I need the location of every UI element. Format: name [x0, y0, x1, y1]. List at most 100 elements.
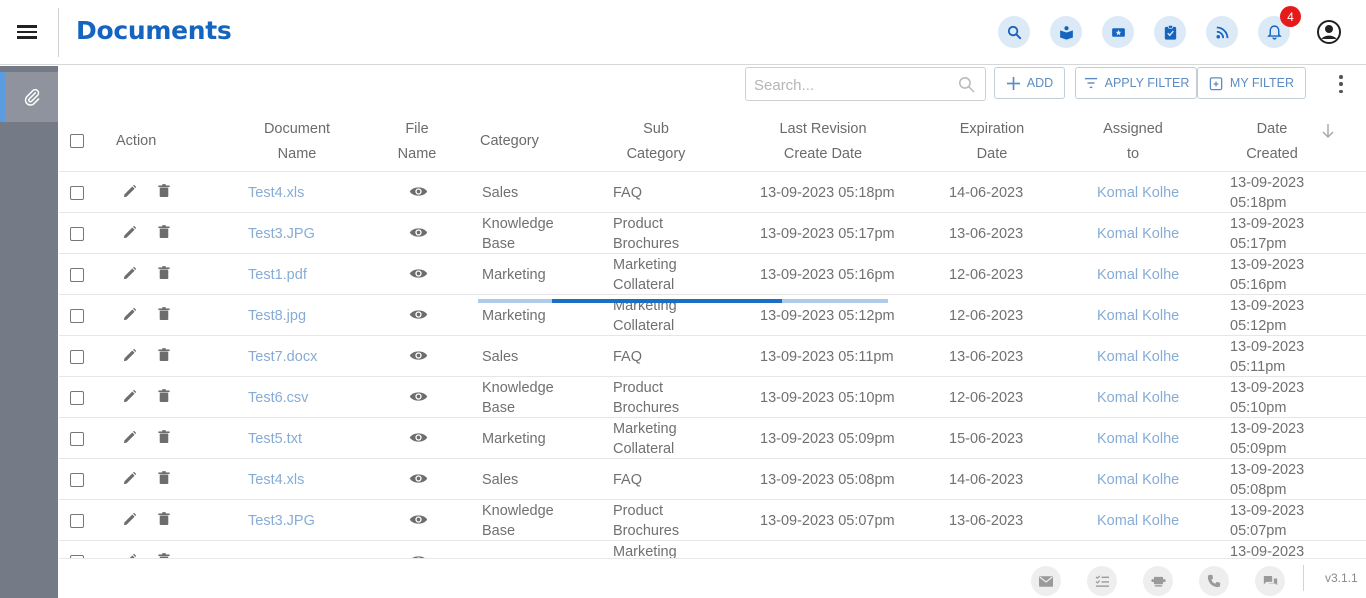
assigned-to-link[interactable]: Komal Kolhe	[1097, 511, 1179, 531]
delete-icon[interactable]	[158, 512, 170, 531]
edit-icon[interactable]	[122, 471, 137, 491]
edit-icon[interactable]	[122, 348, 137, 368]
column-header-assigned-to[interactable]: Assigned to	[1093, 117, 1173, 167]
date-created-cell: 13-09-2023 05:17pm	[1230, 216, 1305, 252]
column-header-expiration-date[interactable]: Expiration Date	[947, 117, 1037, 167]
knowledge-icon[interactable]	[1050, 16, 1082, 48]
search-icon[interactable]	[998, 16, 1030, 48]
column-header-category[interactable]: Category	[480, 129, 539, 154]
last-revision-cell: 13-09-2023 05:17pm	[760, 226, 895, 242]
table-row: Test4.xls Sales FAQ 13-09-2023 05:18pm 14-06…	[59, 172, 1366, 213]
edit-icon[interactable]	[122, 266, 137, 286]
view-file-icon[interactable]	[409, 390, 428, 408]
document-name-link[interactable]: Test8.jpg	[248, 306, 306, 326]
view-file-icon[interactable]	[409, 513, 428, 531]
row-checkbox[interactable]	[70, 268, 84, 282]
feed-icon[interactable]	[1206, 16, 1238, 48]
row-checkbox[interactable]	[70, 227, 84, 241]
app-version: v3.1.1	[1325, 571, 1358, 585]
chat-icon[interactable]	[1255, 566, 1285, 596]
assigned-to-link[interactable]: Komal Kolhe	[1097, 470, 1179, 490]
assigned-to-link[interactable]: Komal Kolhe	[1097, 306, 1179, 326]
ticket-icon[interactable]	[1102, 16, 1134, 48]
my-filter-button[interactable]: MY FILTER	[1197, 67, 1306, 99]
assigned-to-link[interactable]: Komal Kolhe	[1097, 183, 1179, 203]
sub-category-cell: FAQ	[613, 472, 643, 488]
documents-table: Action Document Name File Name Category Su…	[59, 110, 1366, 558]
document-name-link[interactable]: Test7.docx	[248, 347, 317, 367]
sort-arrow-down-icon[interactable]	[1321, 123, 1335, 139]
row-checkbox[interactable]	[70, 473, 84, 487]
category-cell: Marketing	[482, 308, 546, 324]
delete-icon[interactable]	[158, 348, 170, 367]
document-name-link[interactable]: Test3.JPG	[248, 511, 315, 531]
task-icon[interactable]	[1154, 16, 1186, 48]
date-created-cell: 13-09-2023 05:09pm	[1230, 421, 1305, 457]
sidebar-item-documents[interactable]	[0, 72, 58, 122]
edit-icon[interactable]	[122, 225, 137, 245]
view-file-icon[interactable]	[409, 349, 428, 367]
column-header-date-created[interactable]: Date Created	[1232, 117, 1312, 167]
view-file-icon[interactable]	[409, 472, 428, 490]
row-checkbox[interactable]	[70, 350, 84, 364]
row-checkbox[interactable]	[70, 514, 84, 528]
checklist-icon[interactable]	[1087, 566, 1117, 596]
edit-icon[interactable]	[122, 307, 137, 327]
view-file-icon[interactable]	[409, 431, 428, 449]
column-header-file-name[interactable]: File Name	[392, 117, 442, 167]
delete-icon[interactable]	[158, 307, 170, 326]
row-checkbox[interactable]	[70, 186, 84, 200]
select-all-checkbox[interactable]	[70, 134, 84, 148]
delete-icon[interactable]	[158, 184, 170, 203]
table-row: Test3.JPG Knowledge Base Product Brochures 13…	[59, 213, 1366, 254]
row-checkbox[interactable]	[70, 391, 84, 405]
document-name-link[interactable]: Test5.txt	[248, 429, 302, 449]
document-name-link[interactable]: Test6.csv	[248, 388, 308, 408]
search-input[interactable]	[754, 74, 954, 96]
document-name-link[interactable]: Test3.JPG	[248, 224, 315, 244]
delete-icon[interactable]	[158, 471, 170, 490]
delete-icon[interactable]	[158, 225, 170, 244]
search-icon[interactable]	[957, 75, 976, 94]
expiration-date-cell: 14-06-2023	[949, 185, 1024, 201]
assigned-to-link[interactable]: Komal Kolhe	[1097, 429, 1179, 449]
more-options-icon[interactable]	[1334, 75, 1348, 93]
column-header-document-name[interactable]: Document Name	[247, 117, 347, 167]
assigned-to-link[interactable]: Komal Kolhe	[1097, 224, 1179, 244]
view-file-icon[interactable]	[409, 226, 428, 244]
assigned-to-link[interactable]: Komal Kolhe	[1097, 265, 1179, 285]
menu-icon[interactable]	[17, 22, 39, 42]
add-button[interactable]: ADD	[994, 67, 1065, 99]
edit-icon[interactable]	[122, 512, 137, 532]
assigned-to-link[interactable]: Komal Kolhe	[1097, 388, 1179, 408]
row-checkbox[interactable]	[70, 432, 84, 446]
date-created-cell: 13-09-2023	[1230, 544, 1305, 558]
table-row: Test4.xls Sales FAQ 13-09-2023 05:08pm 14-06…	[59, 459, 1366, 500]
document-name-link[interactable]: Test4.xls	[248, 470, 304, 490]
column-header-sub-category[interactable]: Sub Category	[611, 117, 701, 167]
user-profile-icon[interactable]	[1316, 19, 1342, 45]
meeting-icon[interactable]	[1143, 566, 1173, 596]
view-file-icon[interactable]	[409, 308, 428, 326]
delete-icon[interactable]	[158, 389, 170, 408]
mail-icon[interactable]	[1031, 566, 1061, 596]
view-file-icon[interactable]	[409, 267, 428, 285]
edit-icon[interactable]	[122, 389, 137, 409]
column-header-last-revision[interactable]: Last Revision Create Date	[763, 117, 883, 167]
apply-filter-button[interactable]: APPLY FILTER	[1075, 67, 1197, 99]
delete-icon[interactable]	[158, 430, 170, 449]
document-name-link[interactable]: Test4.xls	[248, 183, 304, 203]
category-cell: Sales	[482, 185, 519, 201]
view-file-icon[interactable]	[409, 185, 428, 203]
assigned-to-link[interactable]: Komal Kolhe	[1097, 347, 1179, 367]
edit-icon[interactable]	[122, 430, 137, 450]
last-revision-cell: 13-09-2023 05:11pm	[760, 349, 894, 365]
category-cell: Knowledge Base	[482, 380, 554, 416]
document-name-link[interactable]: Test1.pdf	[248, 265, 307, 285]
date-created-cell: 13-09-2023 05:11pm	[1230, 339, 1305, 375]
phone-icon[interactable]	[1199, 566, 1229, 596]
row-checkbox[interactable]	[70, 309, 84, 323]
delete-icon[interactable]	[158, 266, 170, 285]
table-row: Test6.csv Knowledge Base Product Brochures 13…	[59, 377, 1366, 418]
edit-icon[interactable]	[122, 184, 137, 204]
